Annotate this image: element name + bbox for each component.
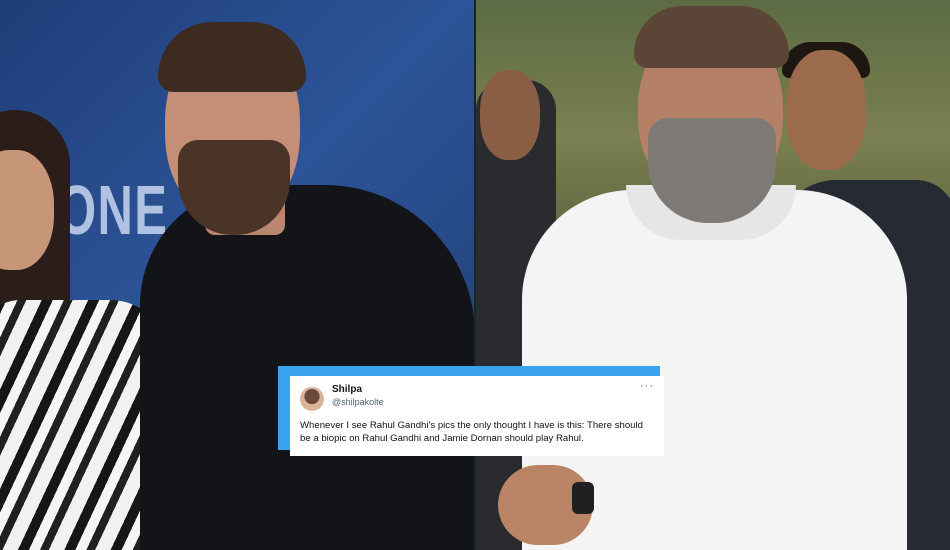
man-hair <box>158 22 306 92</box>
tweet-card[interactable]: Shilpa @shilpakolte ··· Whenever I see R… <box>290 376 664 456</box>
wrist-watch <box>572 482 594 514</box>
man-hair <box>634 6 789 68</box>
author-block: Shilpa @shilpakolte <box>332 384 640 408</box>
photo-jamie-dornan: ONE <box>0 0 474 550</box>
photo-rahul-gandhi <box>476 0 950 550</box>
security-guard-head <box>786 50 866 170</box>
more-options-icon[interactable]: ··· <box>640 381 654 392</box>
crowd-person-head <box>480 70 540 160</box>
tweet-text: Whenever I see Rahul Gandhi's pics the o… <box>300 420 643 444</box>
tweet-header: Shilpa @shilpakolte ··· <box>300 381 654 411</box>
author-handle[interactable]: @shilpakolte <box>332 396 640 408</box>
author-display-name[interactable]: Shilpa <box>332 384 640 396</box>
avatar[interactable] <box>300 387 324 411</box>
